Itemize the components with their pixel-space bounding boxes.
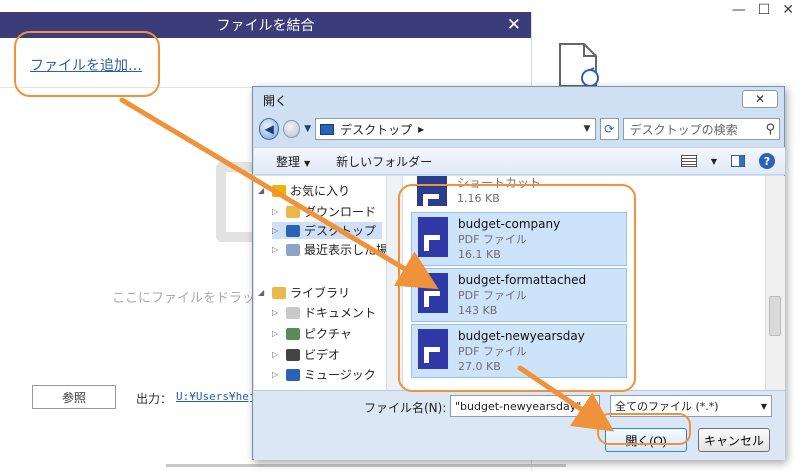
nav-item[interactable]: ▷ ピクチャ [272, 325, 358, 342]
close-icon[interactable]: ✕ [782, 2, 794, 18]
music-icon [286, 368, 300, 381]
new-folder-button[interactable]: 新しいフォルダー [336, 153, 432, 170]
dialog-footer: ファイル名(N): "budget-newyearsday" "b 全てのファイ… [254, 390, 785, 460]
address-bar[interactable]: デスクトップ ▸ ▼ [315, 118, 596, 140]
organize-menu[interactable]: 整理 ▼ [276, 153, 310, 170]
recent-places-icon [286, 243, 300, 256]
cancel-button[interactable]: キャンセル [698, 428, 770, 452]
nav-item[interactable]: ◢ お気に入り [258, 182, 356, 199]
expander-icon[interactable]: ▷ [272, 350, 282, 359]
file-list-scrollbar[interactable] [765, 176, 785, 390]
videos-icon [286, 348, 300, 361]
scrollbar-thumb[interactable] [769, 296, 781, 336]
preview-pane-icon[interactable] [731, 155, 745, 167]
address-dropdown-icon[interactable]: ▼ [579, 124, 595, 134]
command-icons: ▼ ? [680, 153, 775, 169]
chevron-down-icon: ▼ [760, 401, 767, 411]
merge-dialog-title: ファイルを結合 [216, 18, 315, 34]
nav-item-label: デスクトップ [304, 224, 377, 238]
search-input[interactable]: デスクトップの検索 ⚲ [622, 118, 781, 140]
output-path-link[interactable]: U:¥Users¥heji [176, 390, 262, 403]
forward-arrow-icon[interactable] [283, 120, 301, 138]
desktop-icon [286, 224, 300, 237]
nav-item-label: ドキュメント [304, 306, 377, 320]
expander-icon[interactable]: ◢ [258, 186, 268, 195]
open-dialog-close-button[interactable]: ✕ [742, 90, 778, 108]
open-dialog-title: 開く [263, 93, 288, 108]
nav-item[interactable]: ▷ ドキュメント [272, 304, 382, 321]
library-icon [272, 286, 286, 299]
command-bar: 整理 ▼ 新しいフォルダー ▼ ? [254, 147, 785, 175]
nav-item[interactable]: ▷ デスクトップ [272, 222, 383, 239]
nav-item-label: ビデオ [304, 348, 341, 362]
breadcrumb-separator-icon[interactable]: ▸ [418, 122, 424, 136]
filename-value: "budget-newyearsday" "b [455, 399, 597, 413]
navigation-bar: ◀ ▼ デスクトップ ▸ ▼ ⟳ デスクトップの検索 ⚲ [259, 114, 781, 144]
back-arrow-icon[interactable]: ◀ [259, 118, 280, 140]
chevron-down-icon: ▼ [304, 158, 311, 168]
filename-label: ファイル名(N): [364, 401, 447, 415]
minimize-icon[interactable]: — [732, 2, 746, 18]
nav-item[interactable]: ▷ ビデオ [272, 346, 346, 363]
view-options-icon[interactable] [680, 155, 697, 167]
open-button-highlight [597, 413, 691, 445]
history-dropdown-icon[interactable]: ▼ [304, 124, 311, 134]
expander-icon[interactable]: ▷ [272, 329, 282, 338]
expander-icon[interactable]: ▷ [272, 207, 282, 216]
window-controls: — ☐ ✕ [732, 2, 794, 18]
merge-dialog-close-icon[interactable]: ✕ [507, 15, 521, 35]
nav-item[interactable]: ▷ ダウンロード [272, 203, 382, 220]
expander-icon[interactable]: ▷ [272, 245, 282, 254]
nav-item[interactable]: ▷ ミュージック [272, 366, 382, 383]
expander-icon[interactable]: ▷ [272, 370, 282, 379]
search-icon[interactable]: ⚲ [765, 122, 775, 137]
expander-icon[interactable]: ◢ [258, 288, 268, 297]
star-icon [272, 184, 286, 197]
filename-input[interactable]: "budget-newyearsday" "b [450, 395, 600, 417]
add-file-highlight [14, 31, 160, 97]
merge-dialog-bottom-edge [166, 464, 566, 467]
open-dialog-titlebar: 開く ✕ [253, 87, 784, 113]
view-dropdown-icon[interactable]: ▼ [711, 157, 717, 166]
navigation-pane: ◢ お気に入り ▷ ダウンロード ▷ デスクトップ ▷ 最近表示した場所 ◢ ライブラリ ▷ ドキュメ… [254, 176, 386, 390]
nav-item-label: ミュージック [304, 368, 376, 382]
filetype-value: 全てのファイル (*.*) [615, 400, 719, 413]
nav-item-label: ダウンロード [304, 205, 377, 219]
refresh-icon[interactable]: ⟳ [599, 118, 619, 140]
expander-icon[interactable]: ▷ [272, 308, 282, 317]
nav-item-label: ライブラリ [290, 286, 351, 300]
browse-button[interactable]: 参照 [32, 385, 116, 409]
nav-item-label: 最近表示した場所 [304, 243, 386, 257]
output-label: 出力： [136, 392, 173, 406]
documents-icon [286, 306, 300, 319]
search-placeholder: デスクトップの検索 [629, 122, 738, 137]
address-breadcrumb[interactable]: デスクトップ [340, 121, 412, 138]
maximize-icon[interactable]: ☐ [758, 2, 771, 18]
drop-hint-text: ここにファイルをドラッ [112, 291, 256, 306]
selected-files-highlight [398, 184, 636, 392]
organize-label: 整理 [276, 154, 301, 169]
nav-item[interactable]: ▷ 最近表示した場所 [272, 241, 386, 258]
refresh-document-icon [559, 43, 599, 87]
pictures-icon [286, 327, 300, 340]
help-icon[interactable]: ? [759, 153, 775, 169]
nav-item-label: お気に入り [290, 184, 351, 198]
nav-item-label: ピクチャ [304, 327, 352, 341]
nav-item[interactable]: ◢ ライブラリ [258, 284, 356, 301]
expander-icon[interactable]: ▷ [272, 226, 282, 235]
download-folder-icon [286, 205, 300, 218]
desktop-icon [320, 123, 335, 135]
